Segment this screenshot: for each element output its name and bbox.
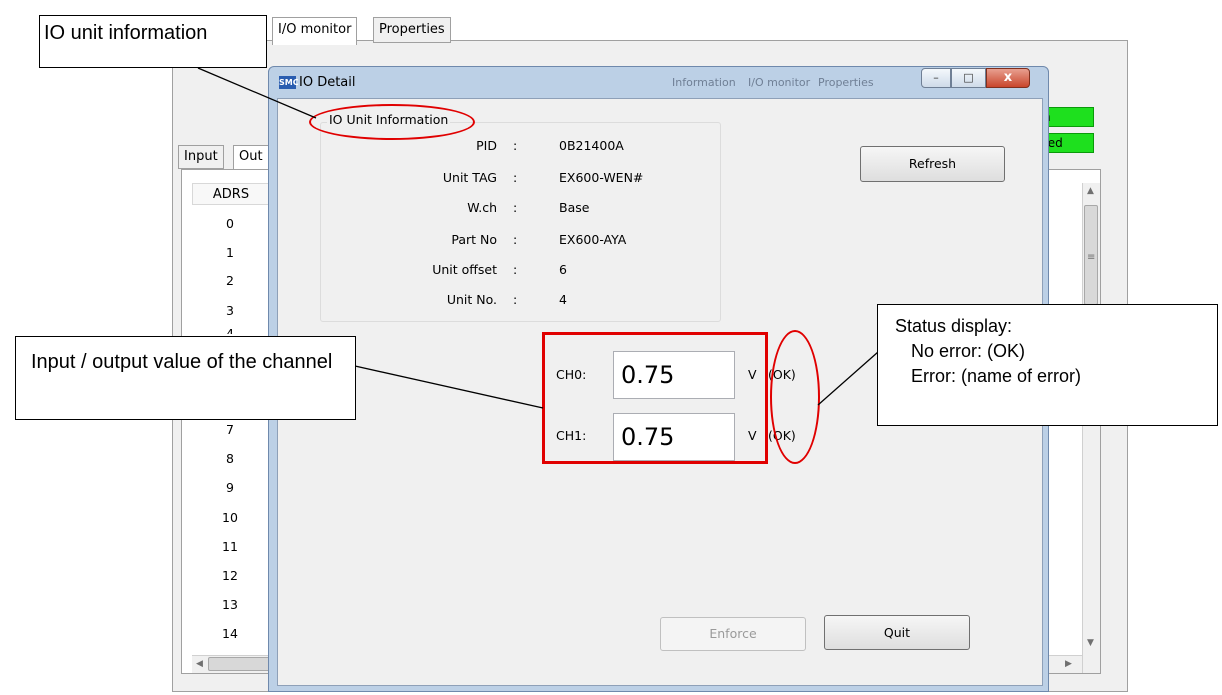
table-row[interactable]: 12 [200, 567, 260, 585]
field-value-unit-tag: EX600-WEN# [559, 170, 644, 185]
field-colon: : [513, 200, 518, 215]
scroll-grip-icon: ≡ [1087, 252, 1096, 263]
close-button[interactable]: x [986, 68, 1030, 88]
ghost-tab-label: Properties [818, 76, 874, 89]
callout-status-title: Status display: [895, 316, 1013, 336]
table-row[interactable]: 3 [200, 302, 260, 320]
tab-io-monitor[interactable]: I/O monitor [272, 17, 358, 45]
table-row[interactable]: 9 [200, 479, 260, 497]
highlight-ellipse-status [770, 330, 820, 464]
maximize-button[interactable]: □ [951, 68, 986, 88]
field-label-unit-no: Unit No. [446, 292, 497, 307]
dialog-title: IO Detail [299, 75, 356, 90]
callout-io-unit-information: IO unit information [39, 15, 267, 68]
horizontal-scroll-thumb[interactable] [208, 657, 272, 671]
table-row[interactable]: 1 [200, 244, 260, 262]
scroll-left-icon[interactable]: ◀ [196, 659, 203, 669]
field-value-pid: 0B21400A [559, 138, 624, 153]
field-value-wch: Base [559, 200, 590, 215]
field-colon: : [513, 170, 518, 185]
enforce-button[interactable]: Enforce [660, 617, 806, 651]
tab-properties[interactable]: Properties [373, 17, 451, 43]
field-label-unit-tag: Unit TAG [442, 170, 497, 185]
field-label-part-no: Part No [451, 232, 497, 247]
table-row[interactable]: 0 [200, 215, 260, 233]
field-colon: : [513, 138, 518, 153]
callout-status-error: Error: (name of error) [911, 366, 1082, 386]
highlight-ellipse-group-title [309, 104, 475, 140]
tab-output[interactable]: Out [233, 145, 269, 171]
tab-input[interactable]: Input [178, 145, 224, 169]
field-value-part-no: EX600-AYA [559, 232, 627, 247]
table-row[interactable]: 8 [200, 450, 260, 468]
minimize-button[interactable]: – [921, 68, 951, 88]
field-label-unit-offset: Unit offset [432, 262, 497, 277]
ghost-tab-label: Information [672, 76, 736, 89]
scroll-down-icon[interactable]: ▼ [1087, 638, 1094, 648]
field-colon: : [513, 262, 518, 277]
highlight-rect-channel-values [542, 332, 768, 464]
field-label-wch: W.ch [467, 200, 497, 215]
scroll-right-icon[interactable]: ▶ [1065, 659, 1072, 669]
table-row[interactable]: 7 [200, 421, 260, 439]
table-row[interactable]: 2 [200, 272, 260, 290]
callout-io-value: Input / output value of the channel [15, 336, 356, 420]
field-colon: : [513, 232, 518, 247]
quit-button[interactable]: Quit [824, 615, 970, 650]
field-colon: : [513, 292, 518, 307]
table-row[interactable]: 11 [200, 538, 260, 556]
callout-status-display: Status display: No error: (OK) Error: (n… [877, 304, 1218, 426]
column-header-adrs: ADRS [192, 183, 270, 205]
table-row[interactable]: 4 [200, 325, 260, 334]
table-row[interactable]: 13 [200, 596, 260, 614]
field-value-unit-no: 4 [559, 292, 567, 307]
scroll-up-icon[interactable]: ▲ [1087, 186, 1094, 196]
callout-status-ok: No error: (OK) [911, 341, 1026, 361]
table-row[interactable]: 10 [200, 509, 260, 527]
table-row[interactable]: 14 [200, 625, 260, 643]
smc-logo-icon: SMC [279, 76, 299, 89]
ghost-tab-label: I/O monitor [748, 76, 811, 89]
refresh-button[interactable]: Refresh [860, 146, 1005, 182]
field-value-unit-offset: 6 [559, 262, 567, 277]
